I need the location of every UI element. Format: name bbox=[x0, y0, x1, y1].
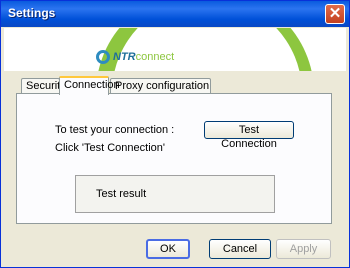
ntr-connect-logo: NTRconnect bbox=[96, 50, 174, 64]
ok-button[interactable]: OK bbox=[146, 239, 190, 259]
test-result-box: Test result bbox=[75, 175, 275, 213]
settings-window: Settings ✕ NTRconnect Security Connectio… bbox=[0, 0, 350, 268]
logo-icon bbox=[96, 50, 110, 64]
tab-security[interactable]: Security bbox=[21, 78, 66, 93]
test-connection-button[interactable]: Test Connection bbox=[204, 121, 294, 150]
test-result-label: Test result bbox=[96, 188, 147, 200]
window-title: Settings bbox=[8, 6, 56, 20]
test-prompt-label: To test your connection : bbox=[55, 124, 175, 136]
tab-proxy-configuration[interactable]: Proxy configuration bbox=[110, 78, 211, 93]
close-icon: ✕ bbox=[328, 5, 342, 22]
title-bar[interactable]: Settings ✕ bbox=[1, 1, 349, 27]
apply-button[interactable]: Apply bbox=[276, 239, 331, 259]
close-button[interactable]: ✕ bbox=[325, 4, 345, 24]
cancel-button[interactable]: Cancel bbox=[209, 239, 271, 259]
brand-banner: NTRconnect bbox=[4, 28, 346, 71]
test-instruction-label: Click 'Test Connection' bbox=[55, 142, 165, 154]
tab-connection[interactable]: Connection bbox=[59, 76, 120, 95]
connection-panel: To test your connection : Click 'Test Co… bbox=[16, 93, 332, 224]
